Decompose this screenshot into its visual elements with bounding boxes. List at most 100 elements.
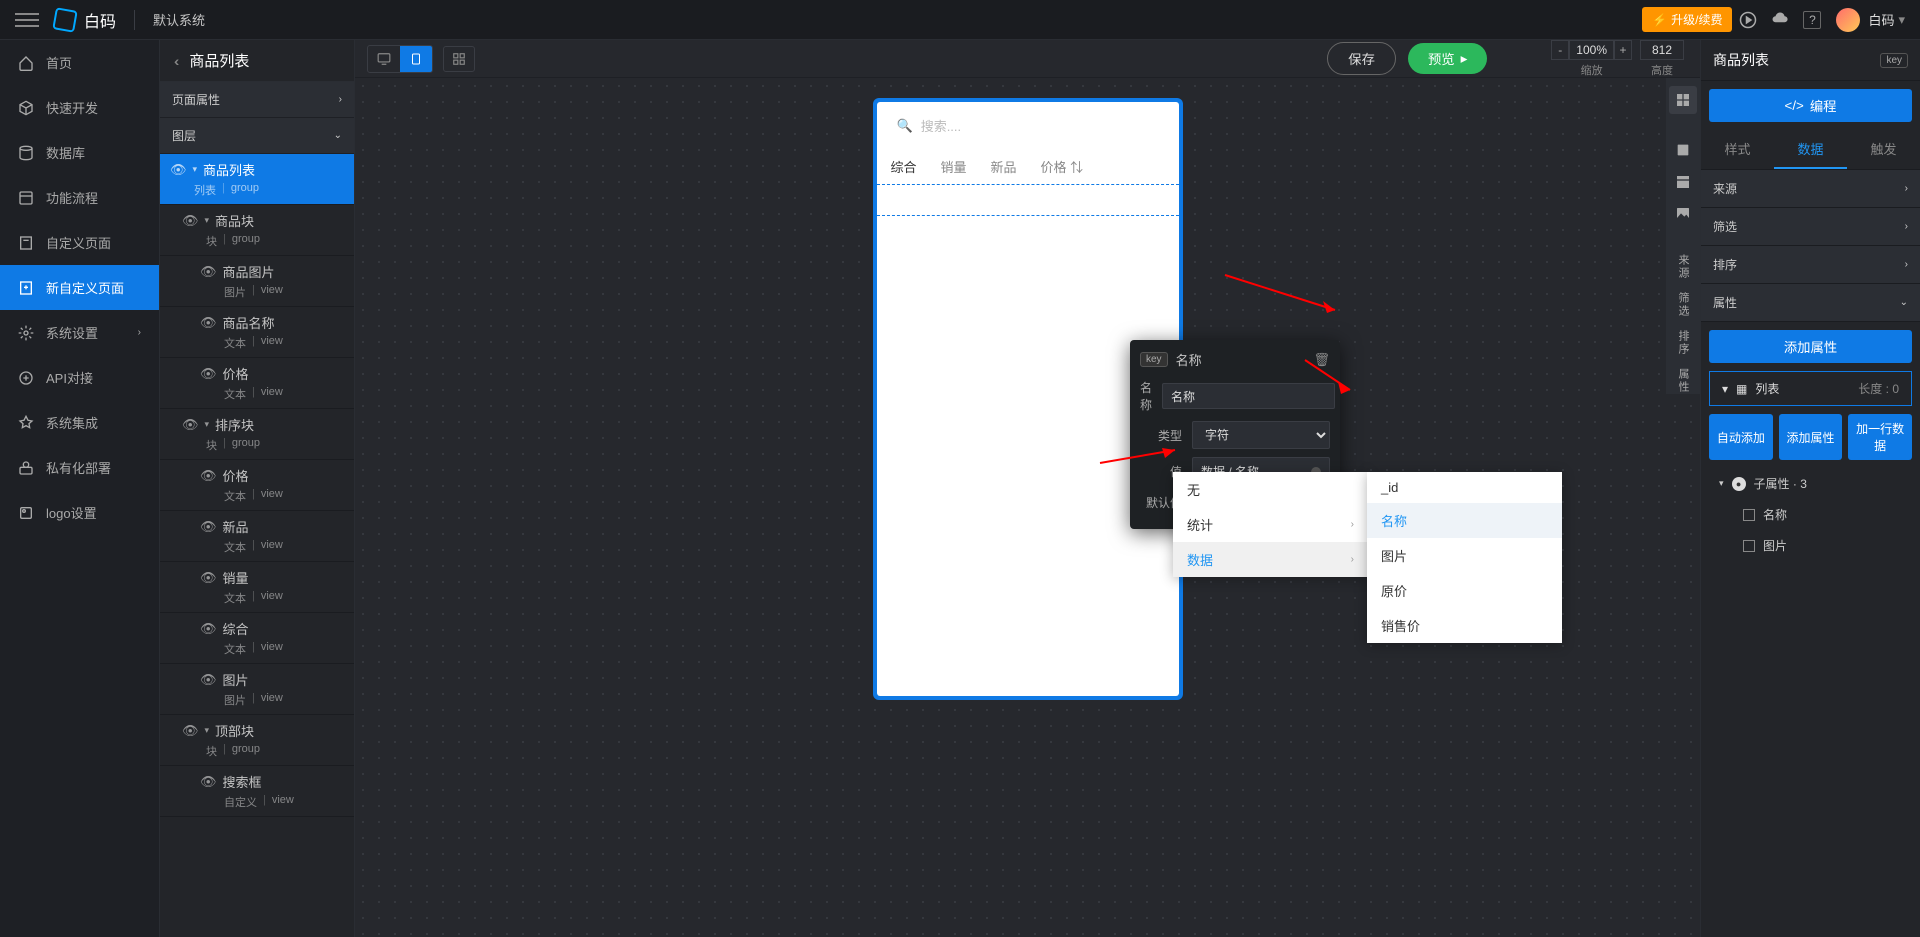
nav-item[interactable]: 快速开发 — [0, 85, 159, 130]
image-icon[interactable] — [1669, 200, 1697, 228]
nav-item[interactable]: 私有化部署 — [0, 445, 159, 490]
eye-icon[interactable]: 👁 — [200, 774, 217, 790]
grid-icon[interactable] — [1669, 86, 1697, 114]
zoom-value[interactable]: 100% — [1569, 40, 1614, 60]
list-attr-row[interactable]: ▾ ▦ 列表 长度 : 0 — [1709, 371, 1912, 406]
eye-icon[interactable]: 👁 — [200, 264, 217, 280]
add-row-button[interactable]: 加一行数据 — [1848, 414, 1912, 460]
layer-item[interactable]: 👁图片图片|view — [160, 664, 354, 715]
play-icon[interactable] — [1732, 4, 1764, 36]
layer-item[interactable]: 👁▾商品列表列表|group — [160, 154, 354, 205]
submenu-item[interactable]: 图片 — [1367, 538, 1562, 573]
strip-label-filter[interactable]: 筛选 — [1675, 292, 1691, 318]
submenu-item[interactable]: _id — [1367, 472, 1562, 503]
layer-item[interactable]: 👁综合文本|view — [160, 613, 354, 664]
upgrade-button[interactable]: ⚡ 升级/续费 — [1642, 7, 1732, 32]
layer-item[interactable]: 👁搜索框自定义|view — [160, 766, 354, 817]
back-button[interactable]: ‹‹ — [174, 53, 175, 69]
eye-icon[interactable]: 👁 — [200, 621, 217, 637]
submenu-item[interactable]: 销售价 — [1367, 608, 1562, 643]
strip-label-source[interactable]: 来源 — [1675, 254, 1691, 280]
cloud-icon[interactable] — [1764, 4, 1796, 36]
eye-icon[interactable]: 👁 — [200, 468, 217, 484]
eye-icon[interactable]: 👁 — [182, 723, 199, 739]
section-filter[interactable]: 筛选› — [1701, 208, 1920, 246]
section-sort[interactable]: 排序› — [1701, 246, 1920, 284]
eye-icon[interactable]: 👁 — [182, 213, 199, 229]
delete-icon[interactable]: 🗑 — [1313, 352, 1330, 368]
grid-icon[interactable] — [443, 46, 475, 72]
layer-item[interactable]: 👁商品名称文本|view — [160, 307, 354, 358]
save-button[interactable]: 保存 — [1327, 42, 1396, 75]
section-attr[interactable]: 属性⌄ — [1701, 284, 1920, 322]
sort-tab[interactable]: 价格 ⇅ — [1041, 157, 1084, 176]
logo[interactable]: 白码 — [54, 8, 116, 32]
nav-item[interactable]: API对接 — [0, 355, 159, 400]
sort-tab[interactable]: 销量 — [941, 157, 967, 176]
sub-attr-node[interactable]: ▾ ● 子属性 · 3 — [1701, 468, 1920, 499]
layer-item[interactable]: 👁价格文本|view — [160, 460, 354, 511]
eye-icon[interactable]: 👁 — [200, 570, 217, 586]
tab-data[interactable]: 数据 — [1774, 130, 1847, 169]
tab-trigger[interactable]: 触发 — [1847, 130, 1920, 169]
zoom-in-button[interactable]: + — [1614, 40, 1632, 60]
layer-item[interactable]: 👁▾顶部块块|group — [160, 715, 354, 766]
add-attr-button[interactable]: 添加属性 — [1709, 330, 1912, 363]
system-name[interactable]: 默认系统 — [153, 10, 205, 29]
nav-item[interactable]: 新自定义页面 — [0, 265, 159, 310]
nav-item[interactable]: 功能流程 — [0, 175, 159, 220]
section-layers[interactable]: 图层 ⌄ — [160, 118, 354, 154]
layout-icon[interactable] — [1669, 168, 1697, 196]
height-value[interactable]: 812 — [1640, 40, 1684, 60]
chevron-down-icon[interactable]: ▾ — [1898, 12, 1905, 28]
section-source[interactable]: 来源› — [1701, 170, 1920, 208]
preview-button[interactable]: 预览 ▸ — [1408, 43, 1487, 74]
layer-item[interactable]: 👁销量文本|view — [160, 562, 354, 613]
tab-style[interactable]: 样式 — [1701, 130, 1774, 169]
mobile-icon[interactable] — [400, 46, 432, 72]
help-icon[interactable]: ? — [1796, 4, 1828, 36]
auto-add-button[interactable]: 自动添加 — [1709, 414, 1773, 460]
eye-icon[interactable]: 👁 — [170, 162, 187, 178]
layer-item[interactable]: 👁价格文本|view — [160, 358, 354, 409]
eye-icon[interactable]: 👁 — [200, 672, 217, 688]
child-image[interactable]: 图片 — [1701, 530, 1920, 561]
layer-item[interactable]: 👁新品文本|view — [160, 511, 354, 562]
desktop-icon[interactable] — [368, 46, 400, 72]
eye-icon[interactable]: 👁 — [200, 366, 217, 382]
nav-item[interactable]: 自定义页面 — [0, 220, 159, 265]
text-icon[interactable] — [1669, 136, 1697, 164]
add-attr-button-2[interactable]: 添加属性 — [1779, 414, 1843, 460]
child-name[interactable]: 名称 — [1701, 499, 1920, 530]
search-input[interactable]: 🔍 搜索.... — [885, 110, 1171, 141]
key-badge[interactable]: key — [1880, 53, 1908, 68]
nav-item[interactable]: logo设置 — [0, 490, 159, 535]
nav-item[interactable]: 首页 — [0, 40, 159, 85]
section-page-attr[interactable]: 页面属性 › — [160, 82, 354, 118]
code-button[interactable]: </> 编程 — [1709, 89, 1912, 122]
menu-item[interactable]: 统计› — [1173, 507, 1368, 542]
nav-item[interactable]: 系统集成 — [0, 400, 159, 445]
sort-tab[interactable]: 新品 — [991, 157, 1017, 176]
sort-tab[interactable]: 综合 — [891, 157, 917, 176]
layer-item[interactable]: 👁商品图片图片|view — [160, 256, 354, 307]
submenu-item[interactable]: 原价 — [1367, 573, 1562, 608]
layer-item[interactable]: 👁▾商品块块|group — [160, 205, 354, 256]
username[interactable]: 白码 — [1868, 10, 1894, 29]
eye-icon[interactable]: 👁 — [200, 519, 217, 535]
nav-item[interactable]: 数据库 — [0, 130, 159, 175]
eye-icon[interactable]: 👁 — [200, 315, 217, 331]
name-input[interactable] — [1162, 383, 1335, 409]
nav-item[interactable]: 系统设置› — [0, 310, 159, 355]
eye-icon[interactable]: 👁 — [182, 417, 199, 433]
type-select[interactable]: 字符 — [1192, 421, 1330, 449]
menu-item[interactable]: 无 — [1173, 472, 1368, 507]
submenu-item[interactable]: 名称 — [1367, 503, 1562, 538]
layer-item[interactable]: 👁▾排序块块|group — [160, 409, 354, 460]
menu-item[interactable]: 数据› — [1173, 542, 1368, 577]
menu-toggle-icon[interactable] — [15, 13, 39, 27]
strip-label-attr[interactable]: 属性 — [1675, 368, 1691, 394]
strip-label-sort[interactable]: 排序 — [1675, 330, 1691, 356]
avatar[interactable] — [1836, 8, 1860, 32]
zoom-out-button[interactable]: - — [1551, 40, 1569, 60]
